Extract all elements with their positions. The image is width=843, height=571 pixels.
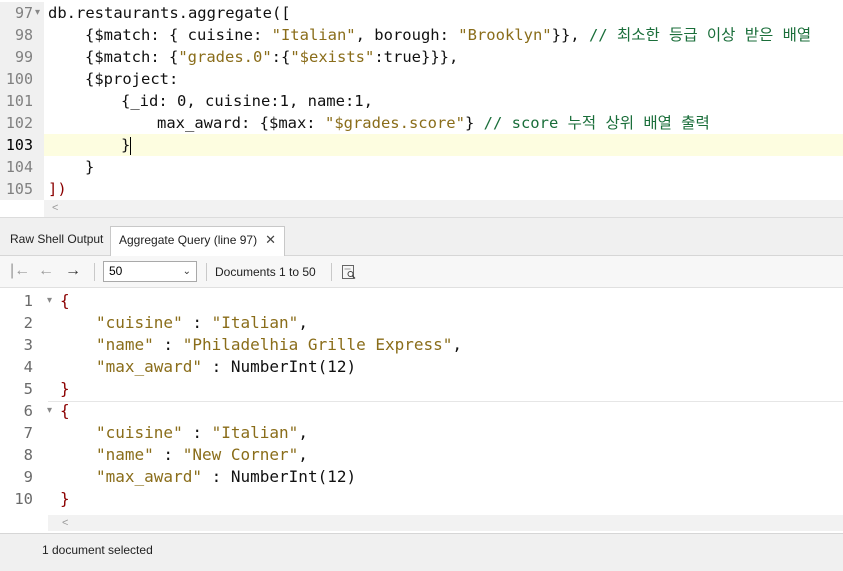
json-text: "cuisine" : "Italian", (96, 313, 308, 332)
code-comment: // 최소한 등급 이상 받은 배열 (588, 26, 812, 44)
code-text: } (121, 136, 132, 155)
line-number: 3 (23, 336, 33, 354)
json-text: } (60, 489, 70, 508)
tab-label: Raw Shell Output (10, 232, 104, 246)
documents-range: Documents 1 to 50 (215, 265, 316, 279)
editor-line[interactable]: 98 {$match: { cuisine: "Italian", boroug… (0, 24, 843, 46)
fold-toggle-icon[interactable]: ▾ (47, 290, 52, 312)
code-text: max_award: {$max: "$grades.score"} // sc… (157, 114, 710, 132)
toolbar-divider (331, 263, 332, 281)
json-text: "cuisine" : "Italian", (96, 423, 308, 442)
line-number: 99 (14, 48, 33, 66)
result-line[interactable]: 2 "cuisine" : "Italian", (0, 312, 843, 334)
line-number: 100 (5, 70, 33, 88)
json-text: { (60, 401, 70, 420)
result-line[interactable]: 6 ▾ { (0, 400, 843, 422)
line-number: 105 (5, 180, 33, 198)
line-number: 101 (5, 92, 33, 110)
line-number: 10 (14, 490, 33, 508)
code-text: } (85, 158, 95, 176)
results-horizontal-scrollbar[interactable]: < (48, 515, 843, 531)
selection-status: 1 document selected (42, 543, 153, 557)
json-text: "max_award" : NumberInt(12) (96, 467, 357, 486)
result-line[interactable]: 10 } (0, 488, 843, 510)
result-line[interactable]: 3 "name" : "Philadelhia Grille Express", (0, 334, 843, 356)
editor-line[interactable]: 104 } (0, 156, 843, 178)
editor-line[interactable]: 97 ▾ db.restaurants.aggregate([ (0, 2, 843, 24)
output-tab-bar: Raw Shell Output Aggregate Query (line 9… (0, 217, 843, 257)
editor-line[interactable]: 105 ]) (0, 178, 843, 200)
json-text: "name" : "New Corner", (96, 445, 308, 464)
status-bar: 1 document selected (0, 533, 843, 571)
result-line[interactable]: 7 "cuisine" : "Italian", (0, 422, 843, 444)
code-text: ]) (48, 180, 67, 198)
fold-toggle-icon[interactable]: ▾ (47, 400, 52, 422)
result-line[interactable]: 5 } (0, 378, 843, 400)
editor-horizontal-scrollbar[interactable]: < (44, 200, 843, 217)
tab-aggregate-query[interactable]: Aggregate Query (line 97) ✕ (110, 226, 285, 257)
line-number: 1 (23, 292, 33, 310)
page-size-value: 50 (109, 264, 123, 278)
first-page-icon[interactable]: |← (10, 262, 30, 280)
scroll-left-icon[interactable]: < (62, 515, 68, 531)
page-size-select[interactable]: 50 ⌄ (103, 261, 197, 282)
find-in-results-icon[interactable] (341, 264, 357, 285)
editor-line[interactable]: 99 {$match: {"grades.0":{"$exists":true}… (0, 46, 843, 68)
json-text: "max_award" : NumberInt(12) (96, 357, 357, 376)
results-json-view[interactable]: 1 ▾ { 2 "cuisine" : "Italian", 3 "name" … (0, 288, 843, 515)
toolbar-divider (94, 263, 95, 281)
toolbar-divider (206, 263, 207, 281)
code-text: {_id: 0, cuisine:1, name:1, (121, 92, 373, 110)
line-number: 2 (23, 314, 33, 332)
scroll-left-icon[interactable]: < (52, 200, 58, 217)
chevron-down-icon: ⌄ (182, 266, 191, 277)
next-page-icon[interactable]: → (65, 262, 81, 280)
code-text: {$project: (85, 70, 179, 88)
code-text: db.restaurants.aggregate([ (48, 4, 291, 22)
fold-toggle-icon[interactable]: ▾ (35, 2, 40, 24)
json-text: { (60, 291, 70, 310)
line-number: 103 (5, 136, 33, 154)
result-line[interactable]: 4 "max_award" : NumberInt(12) (0, 356, 843, 378)
code-text: {$match: { cuisine: "Italian", borough: … (85, 26, 812, 44)
tab-label: Aggregate Query (line 97) (119, 233, 258, 247)
line-number: 104 (5, 158, 33, 176)
line-number: 5 (23, 380, 33, 398)
result-line[interactable]: 9 "max_award" : NumberInt(12) (0, 466, 843, 488)
json-text: "name" : "Philadelhia Grille Express", (96, 335, 463, 354)
editor-line[interactable]: 101 {_id: 0, cuisine:1, name:1, (0, 90, 843, 112)
line-number: 8 (23, 446, 33, 464)
result-line[interactable]: 1 ▾ { (0, 290, 843, 312)
editor-line[interactable]: 100 {$project: (0, 68, 843, 90)
json-text: } (60, 379, 70, 398)
editor-current-line[interactable]: 103 } (0, 134, 843, 156)
tab-raw-shell-output[interactable]: Raw Shell Output (2, 226, 111, 257)
results-toolbar: |← ← → 50 ⌄ Documents 1 to 50 (0, 256, 843, 288)
line-number: 9 (23, 468, 33, 486)
line-number: 4 (23, 358, 33, 376)
line-number: 6 (23, 402, 33, 420)
close-tab-icon[interactable]: ✕ (265, 232, 276, 247)
line-number: 97 (14, 4, 33, 22)
previous-page-icon[interactable]: ← (38, 262, 54, 280)
code-text: {$match: {"grades.0":{"$exists":true}}}, (85, 48, 459, 66)
current-line-highlight (44, 134, 843, 156)
line-number: 98 (14, 26, 33, 44)
text-cursor (130, 136, 132, 155)
line-number: 102 (5, 114, 33, 132)
result-line[interactable]: 8 "name" : "New Corner", (0, 444, 843, 466)
editor-line[interactable]: 102 max_award: {$max: "$grades.score"} /… (0, 112, 843, 134)
line-number: 7 (23, 424, 33, 442)
code-comment: // score 누적 상위 배열 출력 (483, 114, 710, 132)
query-editor[interactable]: 97 ▾ db.restaurants.aggregate([ 98 {$mat… (0, 0, 843, 217)
